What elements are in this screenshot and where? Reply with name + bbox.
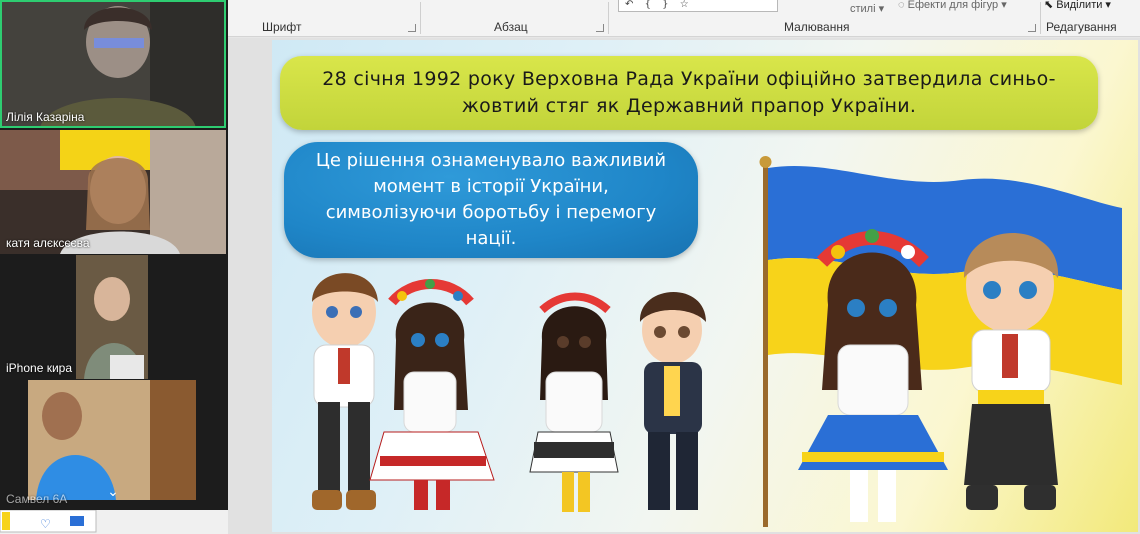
participant-name: Лілія Казаріна [6, 110, 85, 124]
bubble-text: Це рішення ознаменувало важливий момент … [315, 150, 667, 249]
shape-star-icon: ☆ [679, 0, 689, 10]
participant-tile[interactable]: iPhone кира [0, 255, 226, 379]
info-bubble[interactable]: Це рішення ознаменувало важливий момент … [284, 142, 698, 258]
font-dialog-launcher[interactable] [408, 24, 416, 32]
ribbon: ↶ { } ☆ Шрифт Абзац стилі ▾ ◌ Ефекти для… [228, 0, 1140, 37]
group-editing-label: Редагування [1046, 20, 1117, 34]
group-paragraph-label: Абзац [494, 20, 528, 34]
shapes-gallery[interactable]: ↶ { } ☆ [618, 0, 778, 12]
girl-figure-1 [369, 279, 495, 510]
thumbnail-preview: ♡ [0, 509, 97, 533]
cursor-icon: ⬉ [1044, 0, 1054, 11]
pole-finial [759, 156, 772, 168]
select-button[interactable]: ⬉ Виділити ▾ [1044, 0, 1111, 11]
divider [420, 2, 421, 34]
slide-canvas[interactable]: 28 січня 1992 року Верховна Рада України… [272, 40, 1138, 532]
svg-text:♡: ♡ [40, 517, 51, 531]
video-participants-panel: Лілія Казаріна катя алєксєєва iPhone кир… [0, 0, 228, 510]
shape-curve-icon: ↶ [625, 0, 634, 10]
divider [608, 2, 609, 34]
paragraph-dialog-launcher[interactable] [596, 24, 604, 32]
shape-brace-icon: } [662, 0, 669, 10]
effects-icon: ◌ [898, 0, 905, 11]
divider [1040, 2, 1041, 34]
participant-tile[interactable]: Лілія Казаріна [0, 0, 226, 128]
girl-figure-2 [529, 292, 619, 512]
participant-name: катя алєксєєва [6, 236, 90, 250]
slide-thumbnails-strip: ♡ [0, 509, 228, 534]
headline-banner[interactable]: 28 січня 1992 року Верховна Рада України… [280, 56, 1098, 130]
quick-styles-button[interactable]: стилі ▾ [850, 2, 884, 15]
slide-editor: 28 січня 1992 року Верховна Рада України… [228, 38, 1140, 534]
styles-label: стилі [850, 3, 876, 15]
participant-tile[interactable]: катя алєксєєва [0, 130, 226, 254]
boy-figure-1 [312, 273, 378, 510]
group-font-label: Шрифт [262, 20, 302, 34]
shape-bracket-icon: { [644, 0, 651, 10]
shape-effects-button[interactable]: ◌ Ефекти для фігур ▾ [898, 0, 1007, 11]
select-label: Виділити [1056, 0, 1103, 11]
boy-figure-3 [963, 232, 1059, 510]
boy-figure-2 [639, 291, 706, 510]
shape-effects-label: Ефекти для фігур [907, 0, 999, 11]
collapse-chevron-icon[interactable]: ⌄ [104, 485, 122, 499]
drawing-dialog-launcher[interactable] [1028, 24, 1036, 32]
participant-video [0, 0, 226, 128]
flag-pole [763, 162, 768, 527]
participant-name: Самвел 6А [6, 492, 68, 506]
participant-name: iPhone кира [6, 361, 72, 375]
group-drawing-label: Малювання [784, 20, 850, 34]
headline-text: 28 січня 1992 року Верховна Рада України… [322, 68, 1056, 117]
